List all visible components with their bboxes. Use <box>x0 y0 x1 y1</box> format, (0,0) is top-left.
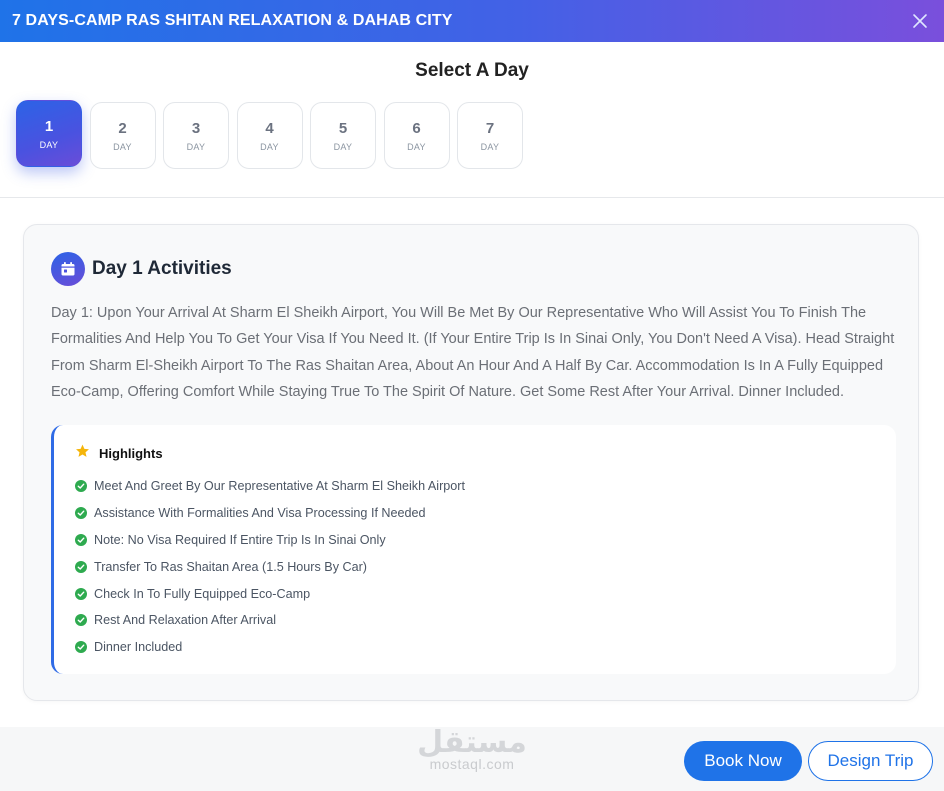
check-circle-icon <box>75 533 87 546</box>
check-circle-icon <box>75 614 87 627</box>
modal-header: 7 DAYS-CAMP RAS SHITAN RELAXATION & DAHA… <box>0 0 944 42</box>
highlight-text: Dinner Included <box>94 640 183 655</box>
check-circle-icon <box>75 641 87 654</box>
check-circle-icon <box>75 480 87 493</box>
day-label: DAY <box>333 141 353 152</box>
check-circle-icon <box>75 560 87 573</box>
day-label: DAY <box>480 141 500 152</box>
highlight-item: Assistance With Formalities And Visa Pro… <box>75 500 465 527</box>
watermark: مستقل mostaql.com <box>414 725 530 777</box>
modal-title: 7 DAYS-CAMP RAS SHITAN RELAXATION & DAHA… <box>12 12 453 29</box>
day-button-5[interactable]: 5 DAY <box>310 102 376 169</box>
day-label: DAY <box>260 141 279 152</box>
highlight-item: Rest And Relaxation After Arrival <box>75 607 465 634</box>
calendar-icon <box>51 252 85 286</box>
highlight-text: Check In To Fully Equipped Eco-Camp <box>94 586 311 601</box>
day-number: 5 <box>338 119 348 137</box>
book-now-button[interactable]: Book Now <box>684 741 802 781</box>
divider <box>0 197 944 198</box>
day-label: DAY <box>407 141 426 152</box>
day-number: 4 <box>265 119 274 137</box>
highlight-text: Meet And Greet By Our Representative At … <box>94 479 465 494</box>
highlights-panel: Highlights Meet And Greet By Our Represe… <box>51 425 896 674</box>
highlight-text: Rest And Relaxation After Arrival <box>94 613 276 628</box>
check-circle-icon <box>75 587 87 600</box>
activities-card: Day 1 Activities Day 1: Upon Your Arriva… <box>23 224 919 701</box>
close-icon[interactable] <box>908 9 932 33</box>
day-button-2[interactable]: 2 DAY <box>89 102 156 169</box>
day-button-6[interactable]: 6 DAY <box>383 102 450 169</box>
highlight-item: Note: No Visa Required If Entire Trip Is… <box>75 527 465 554</box>
star-icon <box>75 444 90 463</box>
activities-title: Day 1 Activities <box>92 258 232 279</box>
day-number: 6 <box>412 119 421 137</box>
day-label: DAY <box>39 139 59 150</box>
day-button-1[interactable]: 1 DAY <box>16 100 82 167</box>
highlight-item: Transfer To Ras Shaitan Area (1.5 Hours … <box>75 553 465 580</box>
highlights-list: Meet And Greet By Our Representative At … <box>75 473 465 661</box>
day-label: DAY <box>186 141 206 152</box>
day-button-4[interactable]: 4 DAY <box>236 102 303 169</box>
highlights-title: Highlights <box>99 446 163 461</box>
highlight-item: Check In To Fully Equipped Eco-Camp <box>75 580 465 607</box>
highlight-item: Dinner Included <box>75 634 465 661</box>
highlight-item: Meet And Greet By Our Representative At … <box>75 473 465 500</box>
day-number: 2 <box>118 119 127 137</box>
day-number: 7 <box>485 119 495 137</box>
highlight-text: Note: No Visa Required If Entire Trip Is… <box>94 532 386 547</box>
day-number: 3 <box>191 119 201 137</box>
activities-description: Day 1: Upon Your Arrival At Sharm El She… <box>51 305 895 400</box>
check-circle-icon <box>75 507 87 520</box>
highlights-header: Highlights <box>75 444 163 463</box>
watermark-latin: mostaql.com <box>429 756 515 772</box>
day-button-3[interactable]: 3 DAY <box>163 102 229 169</box>
day-number: 1 <box>44 117 54 135</box>
design-trip-button[interactable]: Design Trip <box>808 741 933 781</box>
highlight-text: Assistance With Formalities And Visa Pro… <box>94 506 426 521</box>
watermark-arabic: مستقل <box>417 725 527 760</box>
day-button-7[interactable]: 7 DAY <box>457 102 523 169</box>
highlight-text: Transfer To Ras Shaitan Area (1.5 Hours … <box>94 559 367 574</box>
activities-header: Day 1 Activities <box>51 252 232 286</box>
day-selector: 1 DAY 2 DAY 3 DAY 4 DAY 5 DAY 6 DAY 7 DAY <box>16 100 531 169</box>
day-label: DAY <box>113 141 132 152</box>
modal-footer: مستقل mostaql.com Book Now Design Trip <box>0 725 944 791</box>
select-day-heading: Select A Day <box>415 60 529 81</box>
